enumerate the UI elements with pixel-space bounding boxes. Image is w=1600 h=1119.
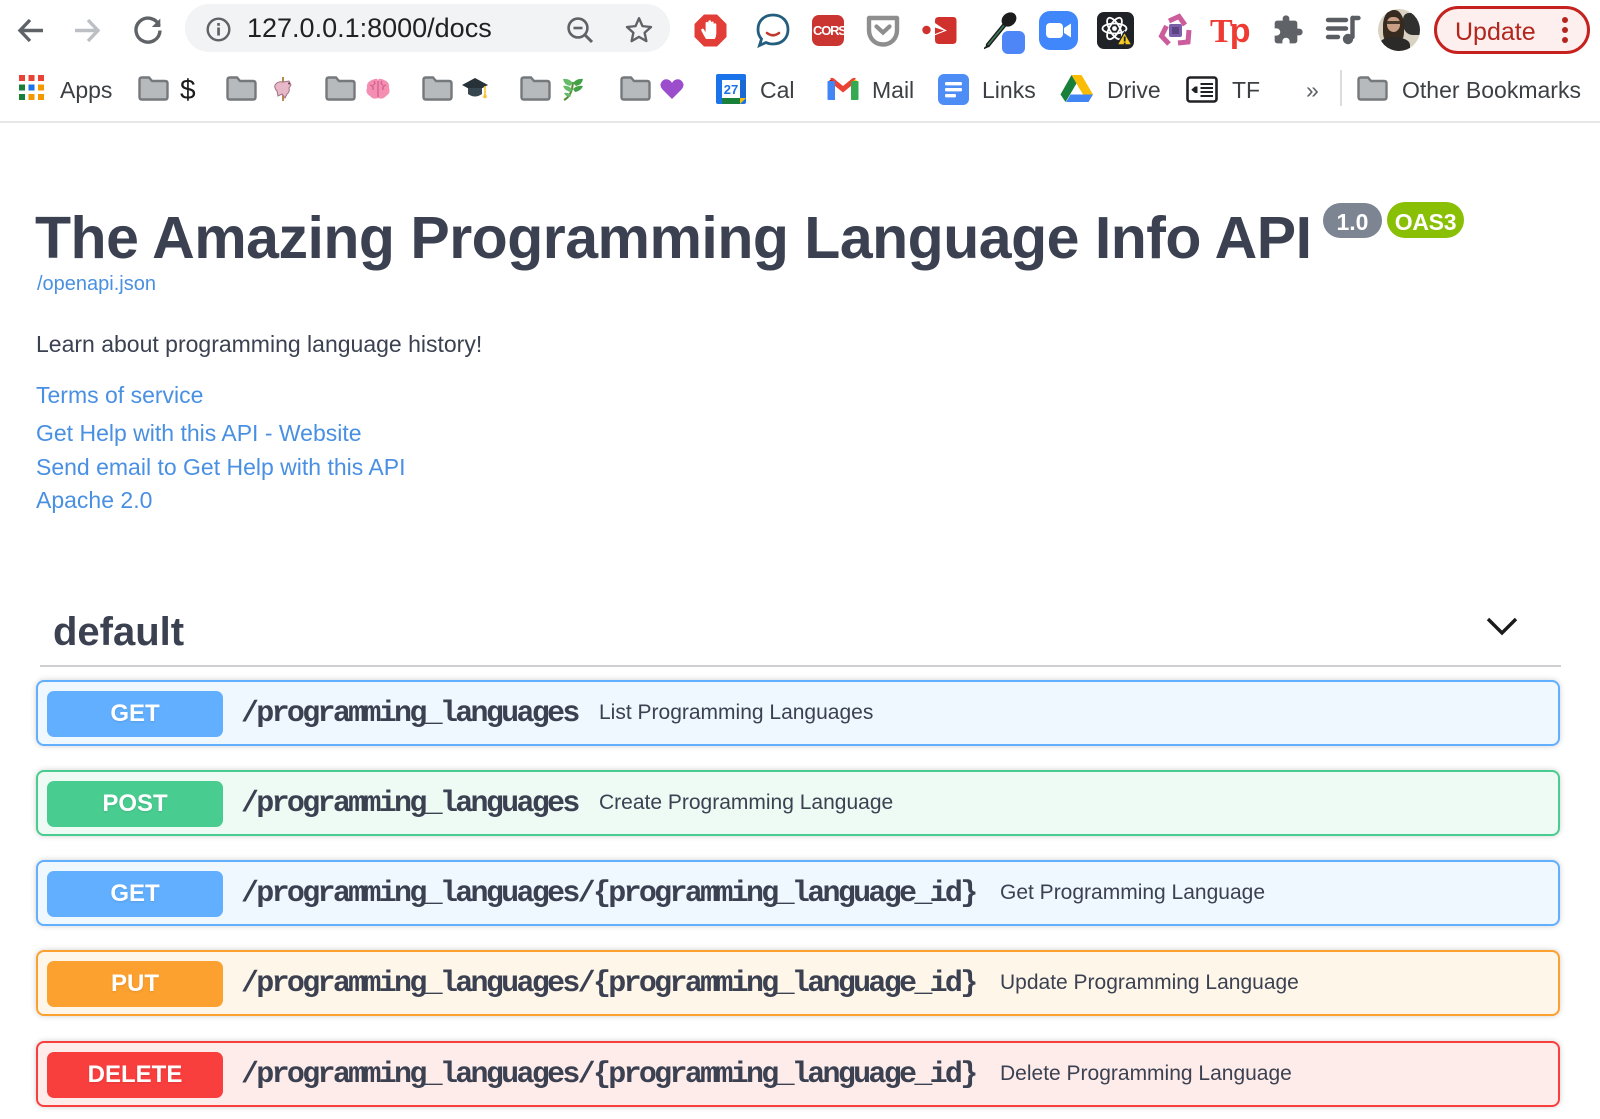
svg-text:27: 27 [724, 82, 738, 97]
